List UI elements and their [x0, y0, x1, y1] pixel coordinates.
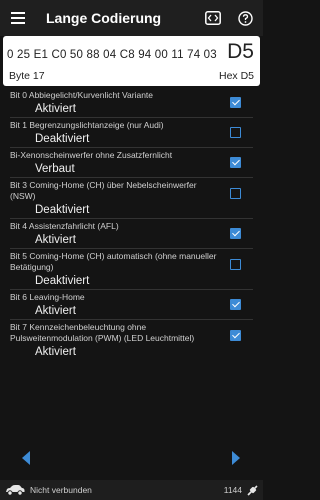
bit-row-7[interactable]: Bit 7 Kennzeichenbeleuchtung ohne Pulswe…	[10, 320, 253, 359]
bit-row-1[interactable]: Bit 1 Begrenzungslichtanzeige (nur Audi)…	[10, 118, 253, 148]
bit-label: Bit 5 Coming-Home (CH) automatisch (ohne…	[10, 251, 217, 272]
hamburger-menu-icon[interactable]	[0, 0, 36, 36]
bit-label: Bi-Xenonscheinwerfer ohne Zusatzfernlich…	[10, 150, 173, 160]
bit-label: Bit 0 Abbiegelicht/Kurvenlicht Variante	[10, 90, 154, 100]
bit-list: Bit 0 Abbiegelicht/Kurvenlicht Variante …	[10, 88, 253, 359]
bit-value: Verbaut	[35, 163, 75, 175]
bit-row-0[interactable]: Bit 0 Abbiegelicht/Kurvenlicht Variante …	[10, 88, 253, 118]
bit-checkbox[interactable]	[230, 157, 241, 168]
byte-index-label: Byte 17	[9, 70, 45, 82]
bit-row-6[interactable]: Bit 6 Leaving-Home Aktiviert	[10, 290, 253, 320]
bit-value: Aktiviert	[35, 346, 76, 358]
bit-label: Bit 1 Begrenzungslichtanzeige (nur Audi)	[10, 120, 164, 130]
connection-status: Nicht verbunden	[30, 485, 92, 495]
arrow-left-icon[interactable]	[19, 450, 33, 466]
bit-value: Deaktiviert	[35, 133, 90, 145]
bit-checkbox[interactable]	[230, 299, 241, 310]
bit-value: Deaktiviert	[35, 204, 90, 216]
bit-row-3[interactable]: Bit 3 Coming-Home (CH) über Nebelscheinw…	[10, 178, 253, 219]
hex-byte-sequence[interactable]: 0 25 E1 C0 50 88 04 C8 94 00 11 74 03	[7, 49, 217, 61]
code-icon[interactable]	[199, 0, 227, 36]
bit-label: Bit 3 Coming-Home (CH) über Nebelscheinw…	[10, 180, 197, 201]
bit-row-2[interactable]: Bi-Xenonscheinwerfer ohne Zusatzfernlich…	[10, 148, 253, 178]
bit-checkbox[interactable]	[230, 330, 241, 341]
page-title: Lange Codierung	[46, 10, 162, 26]
arrow-right-icon[interactable]	[229, 450, 243, 466]
bit-value: Aktiviert	[35, 234, 76, 246]
current-byte-hex: D5	[224, 40, 254, 64]
bit-value: Aktiviert	[35, 305, 76, 317]
bit-row-5[interactable]: Bit 5 Coming-Home (CH) automatisch (ohne…	[10, 249, 253, 290]
car-icon	[4, 483, 26, 497]
bit-checkbox[interactable]	[230, 127, 241, 138]
app-bar: Lange Codierung	[0, 0, 263, 36]
bit-checkbox[interactable]	[230, 188, 241, 199]
hex-value-label: Hex D5	[218, 70, 254, 82]
plug-icon	[245, 482, 261, 498]
bit-checkbox[interactable]	[230, 259, 241, 270]
bit-label: Bit 6 Leaving-Home	[10, 292, 85, 302]
bit-checkbox[interactable]	[230, 97, 241, 108]
status-counter: 1144	[223, 485, 242, 495]
bit-value: Deaktiviert	[35, 275, 90, 287]
help-icon[interactable]	[231, 0, 259, 36]
status-bar: Nicht verbunden 1144	[0, 480, 263, 500]
hex-code-panel: 0 25 E1 C0 50 88 04 C8 94 00 11 74 03 D5…	[3, 36, 260, 86]
bit-label: Bit 4 Assistenzfahrlicht (AFL)	[10, 221, 119, 231]
bit-value: Aktiviert	[35, 103, 76, 115]
bit-row-4[interactable]: Bit 4 Assistenzfahrlicht (AFL) Aktiviert	[10, 219, 253, 249]
bit-label: Bit 7 Kennzeichenbeleuchtung ohne Pulswe…	[10, 322, 195, 343]
bit-checkbox[interactable]	[230, 228, 241, 239]
